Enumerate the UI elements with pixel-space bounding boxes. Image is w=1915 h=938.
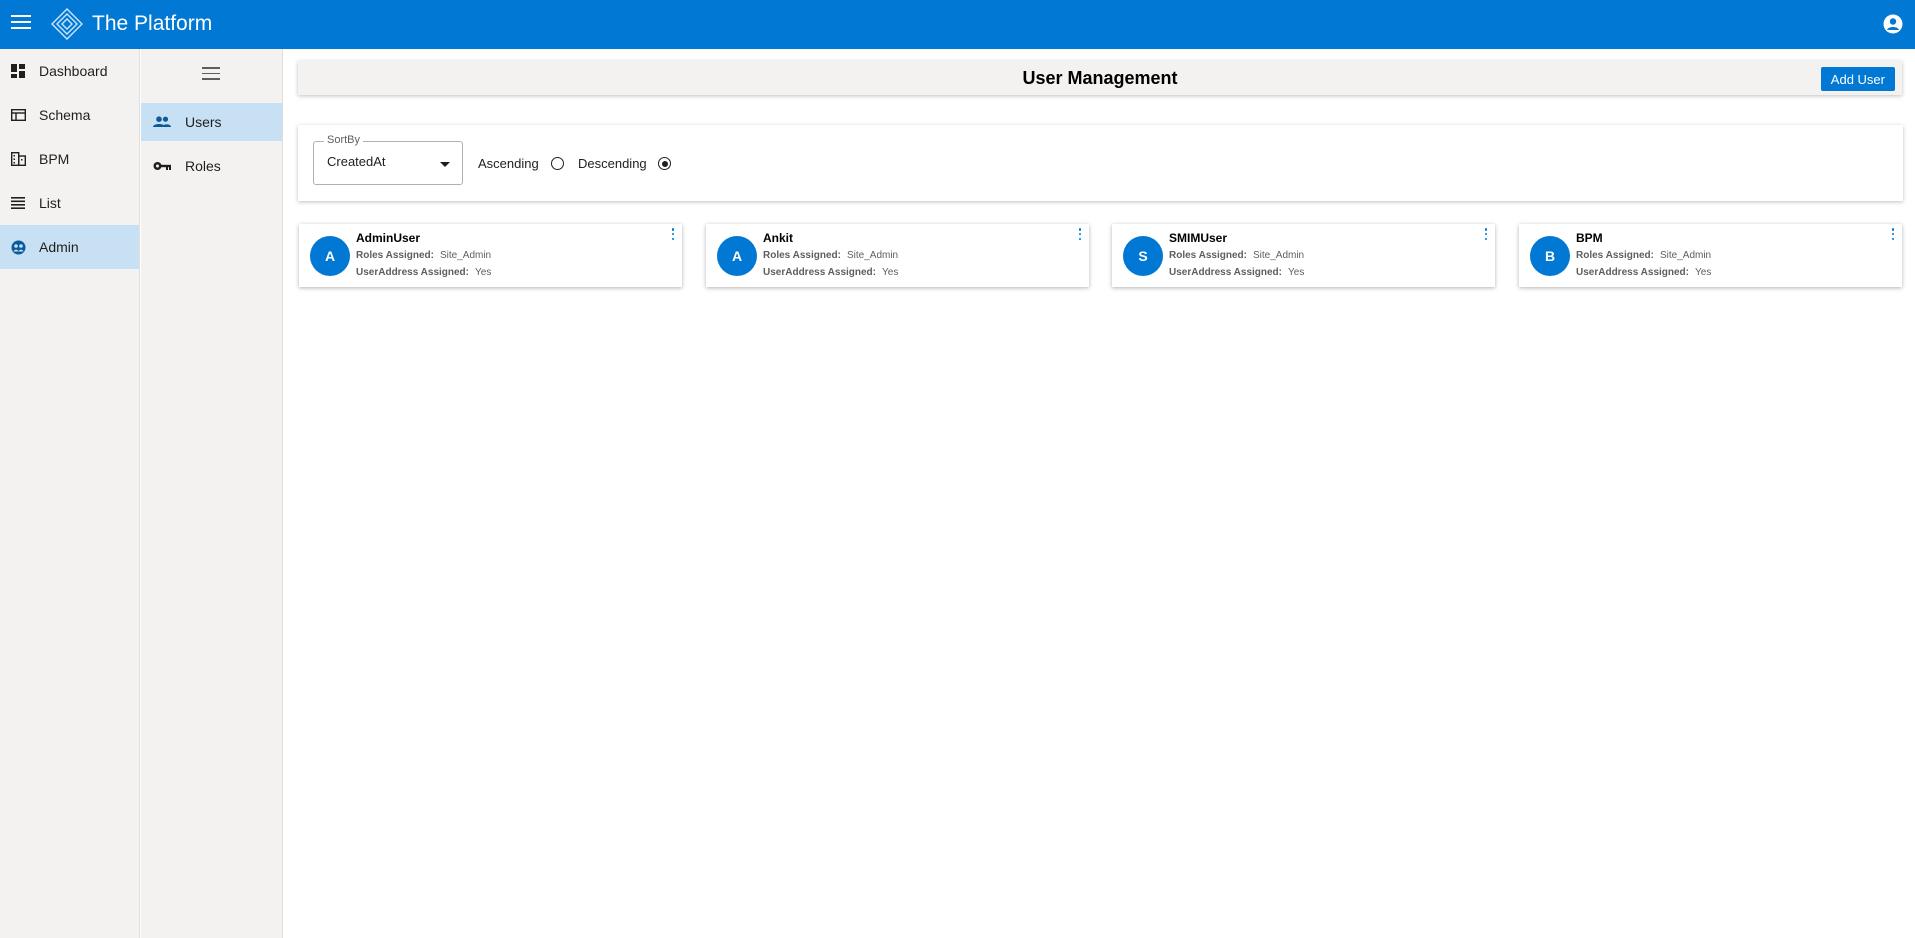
schema-icon bbox=[10, 107, 26, 123]
avatar: A bbox=[717, 236, 757, 276]
user-card[interactable]: A AdminUser Roles Assigned: Site_Admin Us… bbox=[299, 224, 682, 287]
address-assigned-value: Yes bbox=[1695, 267, 1712, 278]
nav-item-label: BPM bbox=[39, 151, 70, 167]
nav-item-label: Admin bbox=[39, 239, 79, 255]
collapse-menu-icon[interactable] bbox=[202, 67, 220, 81]
roles-assigned-value: Site_Admin bbox=[1252, 250, 1305, 261]
nav-item-schema[interactable]: Schema bbox=[0, 93, 139, 137]
nav-item-admin[interactable]: Admin bbox=[0, 225, 139, 269]
address-assigned-value: Yes bbox=[475, 267, 492, 278]
sortby-dropdown[interactable]: SortBy CreatedAt bbox=[313, 134, 463, 185]
top-bar: The Platform bbox=[0, 0, 1915, 49]
sort-panel: SortBy CreatedAt Ascending Descending bbox=[298, 125, 1903, 201]
avatar: S bbox=[1123, 236, 1163, 276]
user-card[interactable]: B BPM Roles Assigned: Site_Admin UserAddr… bbox=[1519, 224, 1902, 287]
app-title: The Platform bbox=[92, 12, 213, 35]
ascending-radio[interactable] bbox=[551, 157, 564, 170]
user-name: Ankit bbox=[763, 231, 793, 245]
descending-radio[interactable] bbox=[658, 157, 671, 170]
user-card[interactable]: S SMIMUser Roles Assigned: Site_Admin Use… bbox=[1112, 224, 1495, 287]
bpm-icon bbox=[10, 151, 26, 167]
chevron-down-icon bbox=[440, 162, 450, 167]
account-icon[interactable] bbox=[1883, 14, 1903, 34]
roles-assigned-line: Roles Assigned: Site_Admin bbox=[356, 250, 491, 261]
nav-item-label: Schema bbox=[39, 107, 91, 123]
address-assigned-label: UserAddress Assigned: bbox=[1169, 267, 1282, 278]
sub-nav-item-users[interactable]: Users bbox=[141, 103, 282, 141]
more-options-icon[interactable] bbox=[1484, 228, 1488, 240]
sub-nav-item-label: Users bbox=[185, 114, 222, 130]
sortby-value: CreatedAt bbox=[327, 154, 386, 169]
nav-item-bpm[interactable]: BPM bbox=[0, 137, 139, 181]
address-assigned-value: Yes bbox=[882, 267, 899, 278]
user-name: AdminUser bbox=[356, 231, 421, 245]
more-options-icon[interactable] bbox=[1078, 228, 1082, 240]
nav-item-label: List bbox=[39, 195, 61, 211]
address-assigned-label: UserAddress Assigned: bbox=[356, 267, 469, 278]
address-assigned-line: UserAddress Assigned: Yes bbox=[356, 267, 491, 278]
roles-assigned-line: Roles Assigned: Site_Admin bbox=[763, 250, 898, 261]
sub-nav: Users Roles bbox=[141, 49, 283, 938]
avatar: B bbox=[1530, 236, 1570, 276]
roles-assigned-value: Site_Admin bbox=[439, 250, 492, 261]
more-options-icon[interactable] bbox=[671, 228, 675, 240]
left-nav: Dashboard Schema BPM List Admin bbox=[0, 49, 140, 938]
roles-assigned-label: Roles Assigned: bbox=[1169, 250, 1247, 261]
user-name: SMIMUser bbox=[1169, 231, 1228, 245]
address-assigned-label: UserAddress Assigned: bbox=[1576, 267, 1689, 278]
avatar: A bbox=[310, 236, 350, 276]
nav-item-label: Dashboard bbox=[39, 63, 108, 79]
nav-item-dashboard[interactable]: Dashboard bbox=[0, 49, 139, 93]
user-card[interactable]: A Ankit Roles Assigned: Site_Admin UserAd… bbox=[706, 224, 1089, 287]
admin-icon bbox=[10, 239, 26, 255]
key-icon bbox=[153, 159, 171, 173]
address-assigned-value: Yes bbox=[1288, 267, 1305, 278]
address-assigned-label: UserAddress Assigned: bbox=[763, 267, 876, 278]
user-name: BPM bbox=[1576, 231, 1603, 245]
sortby-legend: SortBy bbox=[324, 134, 364, 146]
dashboard-icon bbox=[10, 63, 26, 79]
ascending-label: Ascending bbox=[478, 156, 539, 171]
nav-item-list[interactable]: List bbox=[0, 181, 139, 225]
page-header: User Management Add User bbox=[298, 61, 1902, 95]
page-title: User Management bbox=[1022, 68, 1178, 88]
people-icon bbox=[153, 115, 171, 129]
platform-logo-icon bbox=[51, 8, 83, 40]
roles-assigned-label: Roles Assigned: bbox=[1576, 250, 1654, 261]
hamburger-menu-icon[interactable] bbox=[11, 15, 31, 33]
list-icon bbox=[10, 195, 26, 211]
roles-assigned-line: Roles Assigned: Site_Admin bbox=[1576, 250, 1711, 261]
descending-label: Descending bbox=[578, 156, 647, 171]
sub-nav-item-roles[interactable]: Roles bbox=[141, 147, 282, 185]
add-user-button[interactable]: Add User bbox=[1820, 67, 1895, 91]
roles-assigned-value: Site_Admin bbox=[1659, 250, 1712, 261]
more-options-icon[interactable] bbox=[1891, 228, 1895, 240]
address-assigned-line: UserAddress Assigned: Yes bbox=[1576, 267, 1711, 278]
roles-assigned-label: Roles Assigned: bbox=[356, 250, 434, 261]
address-assigned-line: UserAddress Assigned: Yes bbox=[763, 267, 898, 278]
roles-assigned-value: Site_Admin bbox=[846, 250, 899, 261]
roles-assigned-line: Roles Assigned: Site_Admin bbox=[1169, 250, 1304, 261]
address-assigned-line: UserAddress Assigned: Yes bbox=[1169, 267, 1304, 278]
roles-assigned-label: Roles Assigned: bbox=[763, 250, 841, 261]
sub-nav-item-label: Roles bbox=[185, 158, 221, 174]
